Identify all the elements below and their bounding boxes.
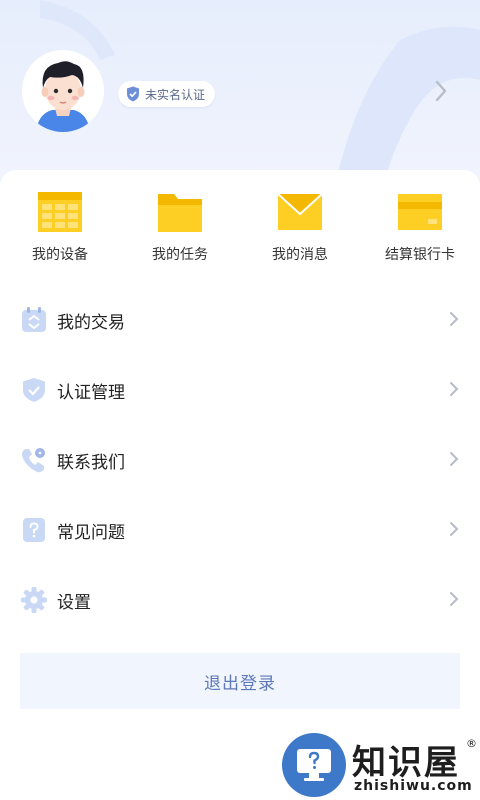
gear-icon <box>20 586 48 614</box>
avatar[interactable] <box>22 50 104 132</box>
quick-actions: 我的设备 我的任务 我的消息 结算银行卡 <box>0 190 480 270</box>
monitor-question-icon <box>282 733 346 797</box>
logout-button[interactable]: 退出登录 <box>20 653 460 709</box>
device-table-icon <box>36 190 84 234</box>
menu-item-certification[interactable]: 认证管理 <box>0 354 480 424</box>
quick-action-my-messages[interactable]: 我的消息 <box>240 190 360 270</box>
avatar-cartoon-boy <box>22 50 104 132</box>
bank-card-icon <box>396 190 444 234</box>
main-card: 我的设备 我的任务 我的消息 结算银行卡 我的交易 认证管理 联系我们 常见问题… <box>0 170 480 800</box>
menu-item-label: 我的交易 <box>57 313 125 333</box>
shield-check-icon <box>20 376 48 404</box>
chevron-right-icon <box>446 310 462 328</box>
menu-item-faq[interactable]: 常见问题 <box>0 494 480 564</box>
menu-item-label: 设置 <box>57 593 91 613</box>
logout-button-label: 退出登录 <box>204 673 276 694</box>
menu-item-settings[interactable]: 设置 <box>0 564 480 634</box>
folder-icon <box>156 190 204 234</box>
quick-action-label: 我的消息 <box>272 247 328 263</box>
quick-action-label: 我的任务 <box>152 247 208 263</box>
profile-section[interactable]: 未实名认证 <box>0 0 480 170</box>
quick-action-label: 我的设备 <box>32 247 88 263</box>
menu-item-label: 联系我们 <box>57 453 125 473</box>
envelope-icon <box>276 190 324 234</box>
menu-item-label: 常见问题 <box>57 523 125 543</box>
quick-action-bank-card[interactable]: 结算银行卡 <box>360 190 480 270</box>
watermark-subtitle: zhishiwu.com <box>354 778 473 794</box>
watermark-registered-mark: ® <box>466 737 477 750</box>
shield-check-icon <box>127 86 139 102</box>
quick-action-label: 结算银行卡 <box>385 247 455 263</box>
chevron-right-icon <box>446 590 462 608</box>
chevron-right-icon[interactable] <box>430 78 452 104</box>
phone-icon <box>20 446 48 474</box>
verification-status-label: 未实名认证 <box>145 87 206 102</box>
transaction-icon <box>20 306 48 334</box>
menu-item-my-transactions[interactable]: 我的交易 <box>0 284 480 354</box>
chevron-right-icon <box>446 380 462 398</box>
chevron-right-icon <box>446 520 462 538</box>
watermark-title: 知识屋 <box>352 743 460 783</box>
question-icon <box>20 516 48 544</box>
menu-item-contact-us[interactable]: 联系我们 <box>0 424 480 494</box>
quick-action-my-devices[interactable]: 我的设备 <box>0 190 120 270</box>
chevron-right-icon <box>446 450 462 468</box>
verification-badge[interactable]: 未实名认证 <box>118 81 216 107</box>
quick-action-my-tasks[interactable]: 我的任务 <box>120 190 240 270</box>
watermark-logo: 知识屋 ® zhishiwu.com <box>282 733 480 800</box>
menu-item-label: 认证管理 <box>57 383 125 403</box>
